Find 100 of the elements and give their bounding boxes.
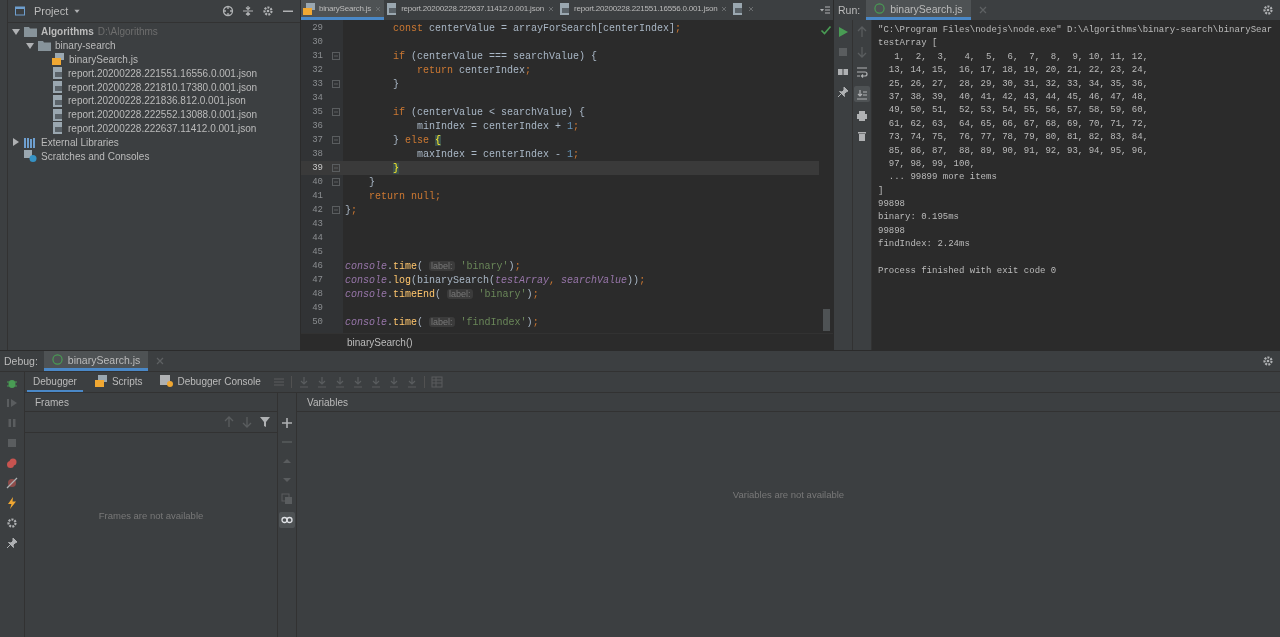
close-icon[interactable]	[547, 4, 555, 13]
tree-item[interactable]: report.20200228.221810.17380.0.001.json	[68, 81, 258, 93]
folder-icon	[38, 40, 51, 52]
step-icon[interactable]	[297, 376, 310, 388]
console-line: 37, 38, 39, 40, 41, 42, 43, 44, 45, 46, 47, 48,	[887, 90, 1150, 104]
scroll-to-end-icon[interactable]	[856, 88, 868, 100]
code-line: if (centerValue < searchValue) {	[392, 106, 586, 118]
layout-icon[interactable]	[837, 66, 849, 78]
settings-icon[interactable]	[1262, 355, 1274, 367]
step-icon[interactable]	[315, 376, 328, 388]
close-icon[interactable]	[374, 4, 383, 13]
print-icon[interactable]	[856, 110, 868, 122]
fold-marker-icon[interactable]	[332, 52, 340, 60]
editor-tab[interactable]: binarySearch.js	[301, 0, 385, 20]
stop-icon[interactable]	[837, 46, 849, 58]
resume-icon[interactable]	[6, 397, 18, 409]
console-line: 99898	[878, 224, 906, 238]
step-icon[interactable]	[333, 376, 346, 388]
add-icon[interactable]	[281, 417, 293, 429]
debugger-tab[interactable]: Debugger Console	[154, 372, 267, 392]
lightning-icon[interactable]	[6, 497, 18, 509]
fold-marker-icon[interactable]	[332, 206, 340, 214]
tree-item[interactable]: binary-search	[55, 40, 116, 52]
up-arrow-icon[interactable]	[223, 416, 235, 428]
run-tab[interactable]: binarySearch.js	[866, 0, 971, 20]
tab-list-icon[interactable]	[819, 4, 831, 16]
code-line: console.log(binarySearch(testArray, searchValue));	[344, 274, 646, 286]
editor-tab[interactable]: report.20200228.222637.11412.0.001.json	[384, 0, 557, 20]
expanded-arrow-icon[interactable]	[12, 27, 20, 36]
fold-marker-icon[interactable]	[332, 80, 340, 88]
line-number: 31	[311, 51, 324, 61]
copy-icon[interactable]	[281, 493, 293, 505]
line-number: 43	[311, 219, 324, 229]
collapse-all-icon[interactable]	[242, 5, 254, 17]
glasses-icon[interactable]	[281, 514, 293, 526]
fold-marker-icon[interactable]	[332, 108, 340, 116]
step-icon[interactable]	[387, 376, 400, 388]
tree-item[interactable]: report.20200228.222552.13088.0.001.json	[68, 109, 258, 121]
console-icon	[160, 375, 174, 387]
expanded-arrow-icon[interactable]	[26, 41, 34, 50]
pin-icon[interactable]	[837, 86, 849, 98]
close-icon[interactable]	[720, 4, 729, 13]
code-line: maxIndex = centerIndex - 1;	[416, 148, 580, 160]
code-line: }	[392, 78, 400, 90]
variables-title: Variables	[307, 396, 348, 408]
tree-item[interactable]: Scratches and Consoles	[41, 150, 150, 162]
scrollbar-thumb[interactable]	[822, 309, 830, 331]
js-file-icon	[52, 53, 65, 66]
breadcrumb[interactable]: binarySearch()	[347, 336, 413, 348]
locate-icon[interactable]	[222, 5, 234, 17]
step-icon[interactable]	[405, 376, 418, 388]
frames-title: Frames	[35, 396, 69, 408]
js-file-icon	[94, 375, 108, 387]
code-line: return null;	[368, 190, 442, 202]
filter-icon[interactable]	[259, 416, 271, 428]
scratches-icon	[24, 150, 37, 163]
tree-item[interactable]: report.20200228.221836.812.0.001.json	[68, 95, 246, 107]
console-line: 85, 86, 87, 88, 89, 90, 91, 92, 93, 94, 95, 96,	[887, 144, 1150, 158]
mute-breakpoints-icon[interactable]	[6, 477, 18, 489]
fold-marker-icon[interactable]	[332, 178, 340, 186]
debugger-tab[interactable]: Scripts	[88, 372, 149, 392]
line-number: 35	[311, 107, 324, 117]
down-arrow-icon[interactable]	[241, 416, 253, 428]
line-number: 47	[311, 275, 324, 285]
console-line: 49, 50, 51, 52, 53, 54, 55, 56, 57, 58, 59, 60,	[887, 104, 1150, 118]
tree-item[interactable]: report.20200228.221551.16556.0.001.json	[68, 67, 258, 79]
soft-wrap-icon[interactable]	[856, 66, 868, 78]
tree-item[interactable]: Algorithms	[41, 26, 94, 38]
project-view-dropdown[interactable]: Project	[34, 5, 82, 17]
clear-icon[interactable]	[856, 130, 868, 142]
debug-tab[interactable]: binarySearch.js	[43, 351, 149, 371]
line-number: 44	[311, 233, 324, 243]
stop-icon[interactable]	[6, 437, 18, 449]
tree-item[interactable]: report.20200228.222637.11412.0.001.json	[68, 122, 257, 134]
pin-icon[interactable]	[6, 537, 18, 549]
json-file-icon	[52, 94, 64, 107]
code-line: } else {	[392, 134, 442, 146]
bug-icon[interactable]	[6, 377, 18, 389]
breakpoints-icon[interactable]	[6, 457, 18, 469]
collapsed-arrow-icon[interactable]	[12, 138, 20, 147]
editor-tab[interactable]: report.20200228.221551.16556.0.001.json	[557, 0, 731, 20]
tree-item[interactable]: binarySearch.js	[69, 54, 138, 65]
fold-marker-icon[interactable]	[332, 164, 340, 172]
step-icon[interactable]	[369, 376, 382, 388]
down-arrow-icon[interactable]	[856, 46, 868, 58]
settings-icon[interactable]	[6, 517, 18, 529]
debugger-tab[interactable]: Debugger	[27, 372, 83, 392]
rerun-icon[interactable]	[837, 26, 849, 38]
close-icon[interactable]	[747, 4, 756, 13]
up-arrow-icon[interactable]	[856, 26, 868, 38]
settings-icon[interactable]	[1262, 4, 1274, 16]
console-line: binary: 0.195ms	[878, 211, 960, 225]
step-icon[interactable]	[351, 376, 364, 388]
settings-icon[interactable]	[262, 5, 274, 17]
console-line: "C:\Program Files\nodejs\node.exe" D:\Algorithms\binary-search\binarySear	[878, 24, 1274, 37]
tree-item[interactable]: External Libraries	[41, 136, 119, 148]
library-icon	[24, 136, 37, 148]
node-icon	[874, 3, 886, 14]
fold-marker-icon[interactable]	[332, 136, 340, 144]
pause-icon[interactable]	[6, 417, 18, 429]
